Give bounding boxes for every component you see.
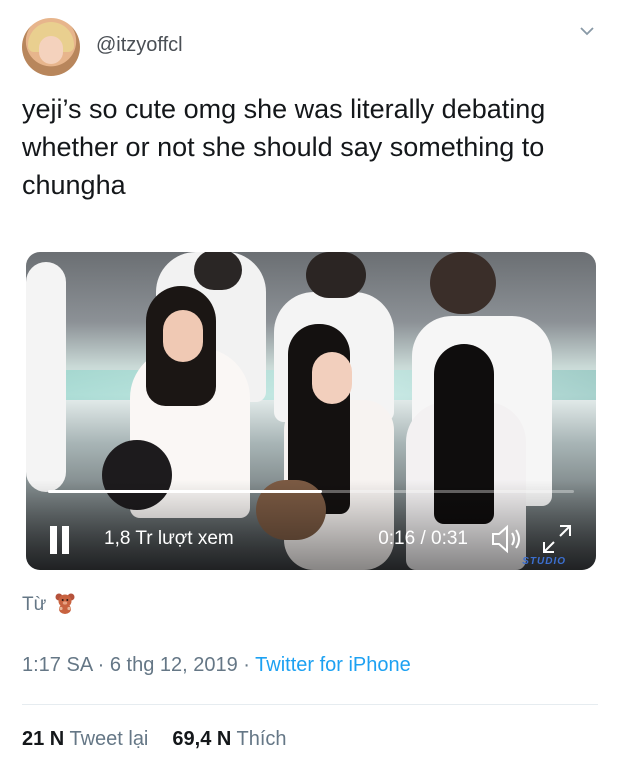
video-progress-fill (48, 490, 322, 493)
source-label: Từ (22, 592, 76, 616)
likes-stat[interactable]: 69,4 N Thích (172, 728, 286, 750)
tweet-timestamp[interactable]: 1:17 SA · 6 thg 12, 2019 · (22, 654, 255, 676)
retweets-label: Tweet lại (69, 728, 149, 750)
chevron-down-icon[interactable] (580, 24, 594, 38)
client-link[interactable]: Twitter for iPhone (255, 654, 411, 676)
tweet-meta: 1:17 SA · 6 thg 12, 2019 · Twitter for i… (22, 654, 411, 677)
fullscreen-icon[interactable] (540, 522, 574, 556)
retweets-count: 21 N (22, 728, 65, 750)
profile-avatar[interactable] (22, 18, 80, 76)
user-handle[interactable]: @itzyoffcl (96, 34, 183, 57)
source-label-text: Từ (22, 594, 47, 615)
volume-icon[interactable] (490, 524, 524, 554)
tweet-header: @itzyoffcl (22, 18, 600, 80)
video-player[interactable]: 1,8 Tr lượt xem 0:16 / 0:31 STUDIO (26, 252, 596, 570)
tweet-text: yeji’s so cute omg she was literally deb… (22, 94, 546, 200)
likes-label: Thích (236, 728, 287, 750)
video-watermark: STUDIO (522, 556, 566, 567)
video-progress-bar[interactable] (48, 490, 574, 493)
teddy-bear-icon (54, 592, 76, 614)
pause-icon[interactable] (48, 526, 72, 554)
divider (22, 704, 598, 705)
tweet-stats: 21 N Tweet lại 69,4 N Thích (22, 728, 287, 751)
retweets-stat[interactable]: 21 N Tweet lại (22, 728, 148, 750)
video-view-count: 1,8 Tr lượt xem (104, 528, 234, 549)
likes-count: 69,4 N (172, 728, 232, 750)
video-time: 0:16 / 0:31 (378, 528, 468, 549)
